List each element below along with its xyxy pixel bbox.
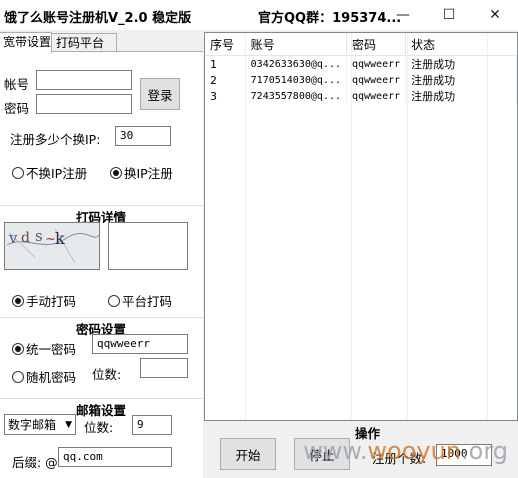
results-table[interactable]: 序号 账号 密码 状态 1 0342633630@q... qqwweerr 注… bbox=[204, 32, 518, 421]
cell-filler bbox=[487, 55, 517, 72]
captcha-image: v d s ~ k bbox=[4, 222, 100, 270]
platform-captcha-radio[interactable]: 平台打码 bbox=[108, 291, 172, 310]
email-type-value: 数字邮箱 bbox=[8, 418, 57, 432]
radio-selected-icon bbox=[12, 294, 24, 307]
svg-text:v: v bbox=[8, 229, 18, 247]
account-label: 帐号 bbox=[4, 77, 30, 92]
cell-filler bbox=[487, 72, 517, 88]
chevron-down-icon: ▼ bbox=[65, 419, 72, 430]
column-header-status[interactable]: 状态 bbox=[405, 33, 488, 56]
captcha-input[interactable] bbox=[108, 222, 188, 270]
radio-icon bbox=[12, 370, 24, 383]
divider bbox=[0, 205, 203, 206]
email-digits-input[interactable]: 9 bbox=[132, 415, 172, 435]
ip-switch-count-input[interactable]: 30 bbox=[115, 126, 171, 146]
password-digits-label: 位数: bbox=[92, 367, 122, 382]
cell-status: 注册成功 bbox=[405, 88, 488, 104]
table-row[interactable]: 2 7170514030@q... qqwweerr 注册成功 bbox=[205, 72, 517, 88]
unified-password-radio[interactable]: 统一密码 bbox=[12, 339, 76, 358]
no-switch-ip-label: 不换IP注册 bbox=[26, 166, 88, 181]
radio-icon bbox=[108, 294, 120, 307]
divider bbox=[0, 317, 203, 318]
close-icon: ✕ bbox=[489, 7, 501, 23]
cell-no: 2 bbox=[205, 72, 246, 88]
divider bbox=[0, 398, 203, 399]
watermark: www.wooyun.org bbox=[303, 437, 508, 465]
cell-password: qqwweerr bbox=[346, 72, 407, 88]
radio-icon bbox=[12, 166, 24, 179]
watermark-brand: wooyun bbox=[367, 437, 461, 465]
column-header-password[interactable]: 密码 bbox=[346, 33, 407, 56]
password-label: 密码 bbox=[4, 101, 30, 116]
cell-password: qqwweerr bbox=[346, 88, 407, 104]
cell-status: 注册成功 bbox=[405, 72, 488, 88]
column-header-no[interactable]: 序号 bbox=[205, 33, 246, 56]
email-type-select[interactable]: 数字邮箱 ▼ bbox=[4, 414, 76, 435]
cell-account: 0342633630@q... bbox=[245, 55, 347, 72]
table-header-row: 序号 账号 密码 状态 bbox=[205, 33, 517, 56]
minimize-icon: — bbox=[396, 7, 410, 23]
platform-captcha-label: 平台打码 bbox=[122, 294, 173, 309]
random-password-label: 随机密码 bbox=[26, 370, 77, 385]
password-digits-input[interactable] bbox=[140, 358, 188, 378]
window-title: 饿了么账号注册机V_2.0 稳定版 bbox=[4, 11, 192, 26]
svg-text:d: d bbox=[21, 230, 30, 246]
email-suffix-label: 后缀: @ bbox=[12, 455, 58, 470]
maximize-button[interactable]: ☐ bbox=[426, 0, 472, 30]
ip-switch-label: 注册多少个换IP: bbox=[10, 132, 101, 147]
no-switch-ip-radio[interactable]: 不换IP注册 bbox=[12, 163, 87, 182]
cell-no: 3 bbox=[205, 88, 246, 104]
tab-captcha-platform[interactable]: 打码平台 bbox=[51, 33, 117, 53]
column-header-account[interactable]: 账号 bbox=[245, 33, 347, 56]
cell-filler bbox=[487, 88, 517, 104]
table-row[interactable]: 1 0342633630@q... qqwweerr 注册成功 bbox=[205, 55, 517, 72]
account-input[interactable] bbox=[36, 70, 132, 90]
column-divider bbox=[245, 33, 246, 420]
cell-no: 1 bbox=[205, 55, 246, 72]
email-suffix-input[interactable]: qq.com bbox=[58, 447, 172, 467]
cell-account: 7170514030@q... bbox=[245, 72, 347, 88]
watermark-prefix: www. bbox=[303, 437, 368, 465]
minimize-button[interactable]: — bbox=[380, 0, 426, 30]
close-button[interactable]: ✕ bbox=[472, 0, 518, 30]
column-divider bbox=[351, 33, 352, 420]
random-password-radio[interactable]: 随机密码 bbox=[12, 367, 76, 386]
unified-password-label: 统一密码 bbox=[26, 342, 77, 357]
svg-text:s: s bbox=[35, 227, 43, 245]
switch-ip-radio[interactable]: 换IP注册 bbox=[110, 163, 173, 182]
switch-ip-label: 换IP注册 bbox=[124, 166, 173, 181]
watermark-suffix: .org bbox=[461, 437, 508, 465]
start-button[interactable]: 开始 bbox=[220, 438, 276, 470]
cell-status: 注册成功 bbox=[405, 55, 488, 72]
column-header-filler bbox=[487, 33, 517, 56]
column-divider bbox=[407, 33, 408, 420]
manual-captcha-label: 手动打码 bbox=[26, 294, 77, 309]
cell-account: 7243557800@q... bbox=[245, 88, 347, 104]
email-digits-label: 位数: bbox=[84, 420, 114, 435]
manual-captcha-radio[interactable]: 手动打码 bbox=[12, 291, 76, 310]
maximize-icon: ☐ bbox=[442, 7, 456, 23]
column-divider bbox=[487, 33, 488, 420]
unified-password-input[interactable]: qqwweerr bbox=[92, 334, 188, 354]
cell-password: qqwweerr bbox=[346, 55, 407, 72]
table-row[interactable]: 3 7243557800@q... qqwweerr 注册成功 bbox=[205, 88, 517, 104]
radio-selected-icon bbox=[110, 166, 122, 179]
tab-broadband-settings[interactable]: 宽带设置 bbox=[0, 32, 52, 53]
radio-selected-icon bbox=[12, 342, 24, 355]
password-input[interactable] bbox=[36, 94, 132, 114]
svg-text:k: k bbox=[55, 229, 65, 248]
login-button[interactable]: 登录 bbox=[140, 78, 180, 110]
